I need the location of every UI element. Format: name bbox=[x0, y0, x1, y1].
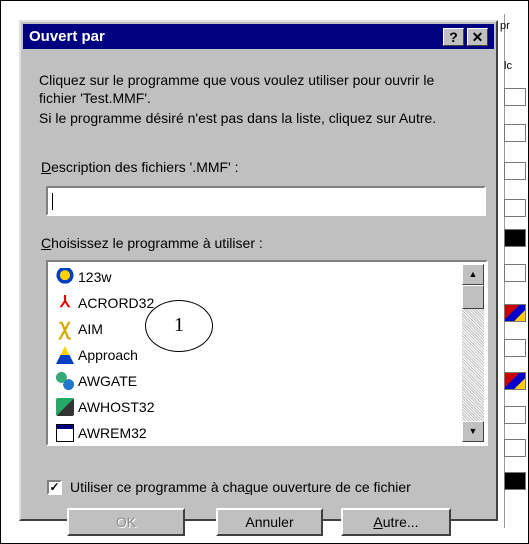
scroll-track[interactable] bbox=[462, 309, 484, 421]
instruction-line-2: fichier 'Test.MMF'. bbox=[39, 90, 151, 106]
background-file-icon bbox=[504, 124, 526, 142]
list-item-label: AIM bbox=[78, 321, 103, 337]
list-item-label: AWREM32 bbox=[78, 425, 147, 441]
list-scrollbar[interactable]: ▲ ▼ bbox=[462, 264, 484, 442]
dialog-title: Ouvert par bbox=[29, 28, 105, 45]
list-item-approach[interactable]: Approach bbox=[50, 342, 462, 368]
list-item-123w[interactable]: 123w bbox=[50, 264, 462, 290]
list-item-awhost32[interactable]: AWHOST32 bbox=[50, 394, 462, 420]
always-use-checkbox[interactable]: ✓ bbox=[47, 480, 62, 495]
awhost-icon bbox=[56, 398, 74, 416]
background-label: pr bbox=[500, 20, 510, 32]
annotation-callout: 1 bbox=[145, 300, 213, 352]
list-item-label: AWGATE bbox=[78, 373, 138, 389]
acrobat-icon: ⅄ bbox=[60, 294, 70, 311]
cancel-button[interactable]: Annuler bbox=[216, 508, 323, 536]
background-window: pr lc bbox=[496, 14, 526, 528]
123w-icon bbox=[56, 268, 74, 286]
aim-icon: Ꭓ bbox=[59, 319, 71, 339]
scroll-down-button[interactable]: ▼ bbox=[462, 421, 484, 442]
instruction-line-3: Si le programme désiré n'est pas dans la… bbox=[39, 110, 437, 126]
background-file-icon bbox=[504, 229, 526, 247]
list-item-label: ACRORD32 bbox=[78, 295, 155, 311]
list-item-acrord32[interactable]: ⅄ ACRORD32 bbox=[50, 290, 462, 316]
program-list-label: Choisissez le programme à utiliser : bbox=[41, 234, 263, 252]
scroll-up-button[interactable]: ▲ bbox=[462, 264, 484, 285]
list-item-label: Approach bbox=[78, 347, 138, 363]
list-item-label: AWHOST32 bbox=[78, 399, 155, 415]
background-file-icon bbox=[504, 372, 526, 390]
always-use-accesskey: q bbox=[245, 479, 253, 495]
background-file-icon bbox=[504, 439, 526, 457]
list-item-awgate[interactable]: AWGATE bbox=[50, 368, 462, 394]
program-listbox[interactable]: 123w ⅄ ACRORD32 Ꭓ AIM Approach AWGATE AWHO… bbox=[46, 260, 488, 446]
awrem-icon bbox=[56, 424, 74, 442]
always-use-label: Utiliser ce programme à chaque ouverture… bbox=[70, 478, 411, 496]
always-use-label-text: Utiliser ce programme à cha bbox=[70, 479, 246, 495]
title-bar[interactable]: Ouvert par ? ✕ bbox=[23, 24, 494, 49]
other-button-label: utre... bbox=[382, 514, 419, 530]
background-file-icon bbox=[504, 339, 526, 357]
background-file-icon bbox=[504, 162, 526, 180]
description-field[interactable] bbox=[46, 186, 486, 216]
program-list-label-text: hoisissez le programme à utiliser : bbox=[51, 235, 263, 251]
annotation-number: 1 bbox=[174, 314, 184, 336]
awgate-icon bbox=[56, 372, 74, 390]
description-label-accesskey: D bbox=[41, 159, 52, 175]
background-file-icon bbox=[504, 304, 526, 322]
scroll-thumb[interactable] bbox=[462, 285, 484, 309]
description-label-text: escription des fichiers '.MMF' : bbox=[51, 159, 239, 175]
text-caret bbox=[52, 193, 53, 210]
help-button[interactable]: ? bbox=[443, 28, 464, 46]
always-use-label-text-end: ue ouverture de ce fichier bbox=[252, 479, 411, 495]
list-item-awrem32[interactable]: AWREM32 bbox=[50, 420, 462, 442]
open-with-dialog: Ouvert par ? ✕ Cliquez sur le programme … bbox=[19, 20, 498, 521]
background-label: lc bbox=[504, 60, 512, 72]
instruction-line-1: Cliquez sur le programme que vous voulez… bbox=[39, 72, 435, 88]
background-file-icon bbox=[504, 88, 526, 106]
ok-button[interactable]: OK bbox=[67, 508, 185, 536]
approach-icon bbox=[56, 346, 74, 364]
close-button[interactable]: ✕ bbox=[467, 28, 488, 46]
description-label: Description des fichiers '.MMF' : bbox=[41, 158, 239, 176]
background-file-icon bbox=[504, 472, 526, 490]
background-file-icon bbox=[504, 264, 526, 282]
background-file-icon bbox=[504, 199, 526, 217]
other-button[interactable]: Autre... bbox=[341, 508, 451, 536]
other-button-accesskey: A bbox=[373, 514, 383, 530]
list-item-aim[interactable]: Ꭓ AIM bbox=[50, 316, 462, 342]
list-item-label: 123w bbox=[78, 269, 112, 285]
background-file-icon bbox=[504, 406, 526, 424]
program-list-items: 123w ⅄ ACRORD32 Ꭓ AIM Approach AWGATE AWHO… bbox=[50, 264, 462, 442]
program-list-label-accesskey: C bbox=[41, 235, 52, 251]
